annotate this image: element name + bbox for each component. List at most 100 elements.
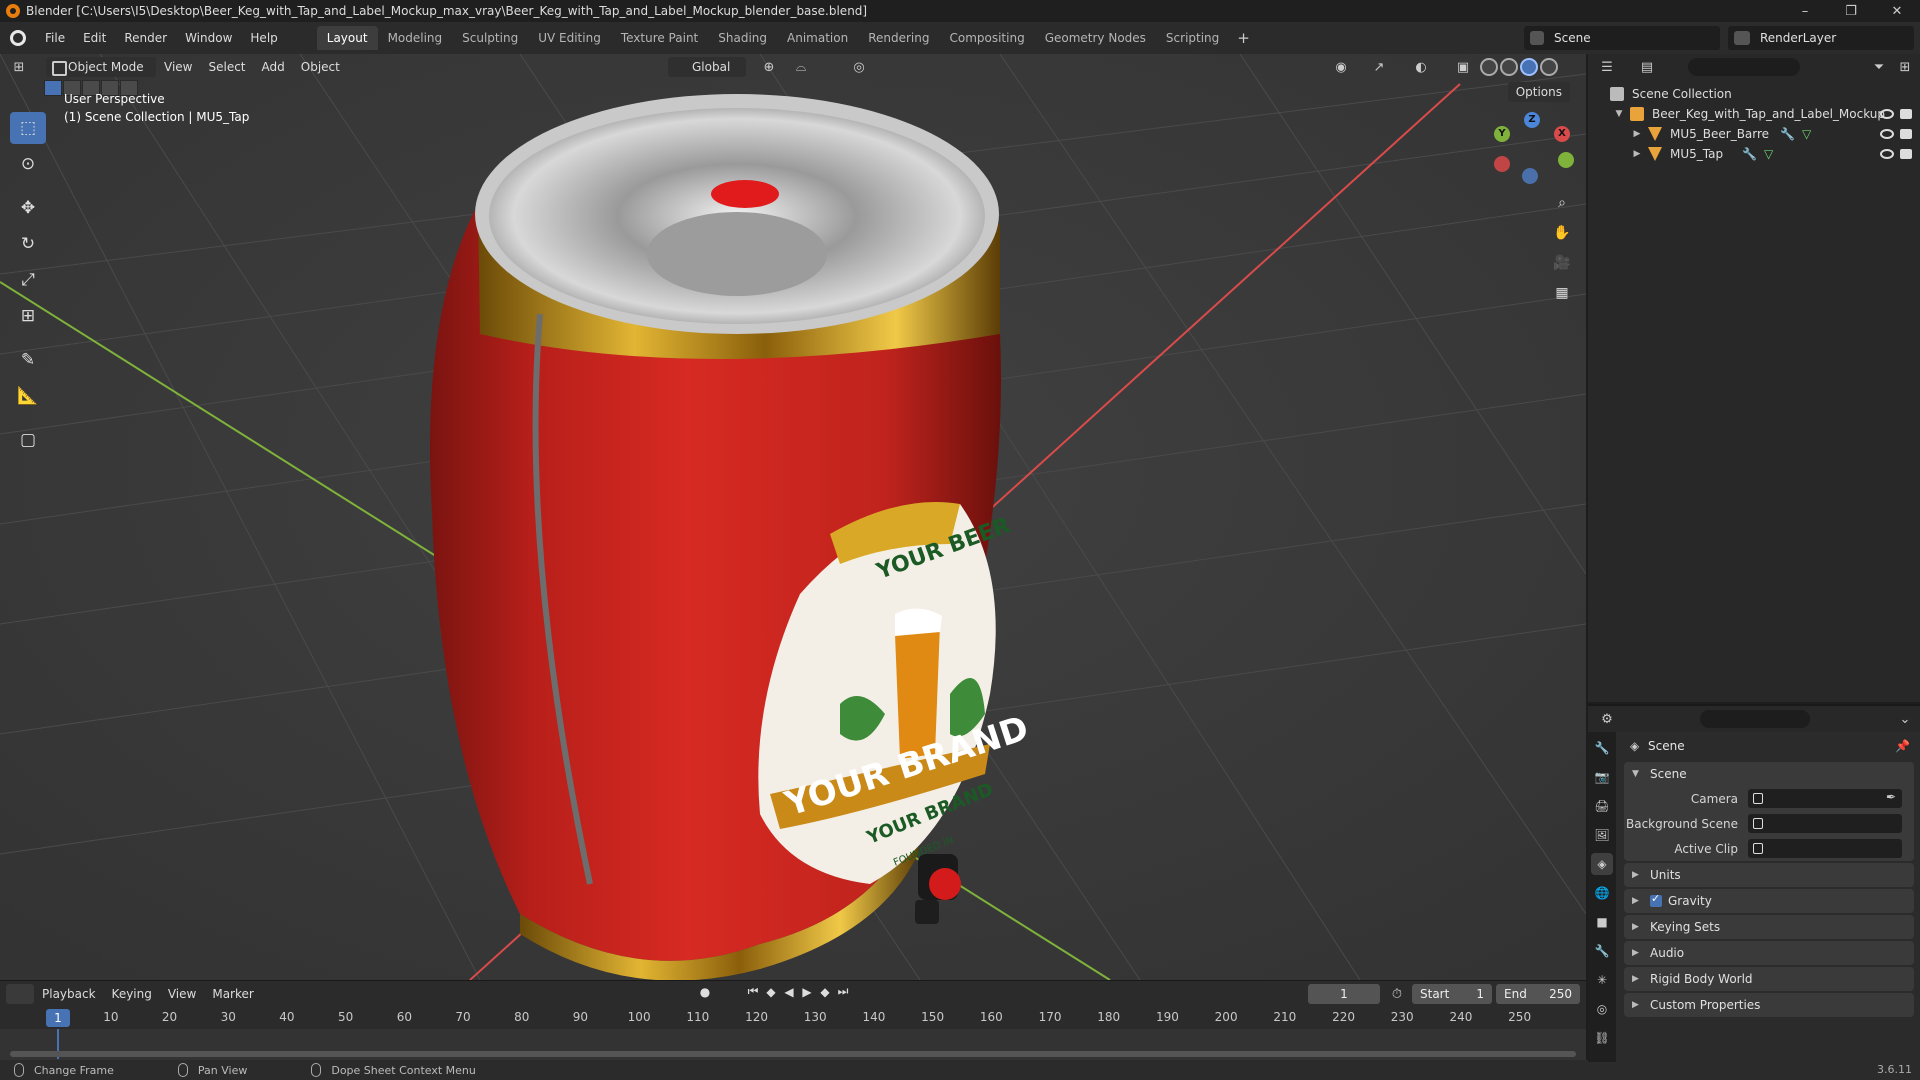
- menu-window[interactable]: Window: [176, 22, 241, 54]
- gizmo-z-axis[interactable]: Z: [1524, 112, 1540, 128]
- render-layer-selector[interactable]: RenderLayer: [1728, 26, 1914, 50]
- gizmo-toggle-icon[interactable]: ↗: [1370, 58, 1388, 76]
- gizmo-y-axis[interactable]: Y: [1494, 126, 1510, 142]
- gizmo-neg-z[interactable]: [1522, 168, 1538, 184]
- mode-dropdown[interactable]: Object Mode: [46, 57, 156, 77]
- background-scene-field[interactable]: [1748, 814, 1902, 833]
- play-reverse-icon[interactable]: ◀: [780, 985, 798, 999]
- visibility-icon[interactable]: ◉: [1332, 58, 1350, 76]
- visibility-eye-icon[interactable]: [1880, 129, 1894, 139]
- rendered-shading-icon[interactable]: [1540, 58, 1558, 76]
- audio-panel[interactable]: ▶ Audio: [1624, 941, 1914, 965]
- jump-end-icon[interactable]: ⏭: [834, 984, 852, 999]
- tab-scripting[interactable]: Scripting: [1156, 26, 1229, 50]
- custom-properties-panel[interactable]: ▶ Custom Properties: [1624, 993, 1914, 1017]
- pan-hand-icon[interactable]: ✋: [1549, 220, 1575, 246]
- timeline-scrollbar[interactable]: [10, 1051, 1576, 1057]
- timeline-editor[interactable]: Playback Keying View Marker ● ⏮ ◆ ◀ ▶ ◆ …: [0, 980, 1586, 1061]
- menu-file[interactable]: File: [36, 22, 74, 54]
- select-box-tool-icon[interactable]: ⬚: [10, 112, 46, 144]
- outliner-row-tap[interactable]: ▶ MU5_Tap 🔧 ▽: [1588, 144, 1920, 164]
- gizmo-neg-x[interactable]: [1494, 156, 1510, 172]
- modifier-wrench-icon[interactable]: 🔧: [1780, 127, 1795, 141]
- jump-start-icon[interactable]: ⏮: [744, 984, 762, 999]
- timeline-menu-marker[interactable]: Marker: [204, 984, 261, 1004]
- expand-arrow-icon[interactable]: ▼: [1612, 109, 1626, 119]
- collapse-arrow-icon[interactable]: ▶: [1630, 129, 1644, 139]
- cursor-tool-icon[interactable]: ⊙: [10, 148, 46, 180]
- pin-icon[interactable]: 📌: [1895, 739, 1910, 753]
- options-dropdown[interactable]: Options: [1507, 82, 1570, 102]
- output-tab-icon[interactable]: 🖨: [1591, 795, 1613, 817]
- minimize-button[interactable]: –: [1782, 0, 1828, 22]
- tab-animation[interactable]: Animation: [777, 26, 858, 50]
- annotate-tool-icon[interactable]: ✎: [10, 344, 46, 376]
- properties-editor-type-icon[interactable]: ⚙: [1598, 710, 1616, 728]
- pivot-point-icon[interactable]: ⊕: [760, 58, 778, 76]
- transform-tool-icon[interactable]: ⊞: [10, 300, 46, 332]
- tab-compositing[interactable]: Compositing: [939, 26, 1034, 50]
- snap-icon[interactable]: ⌓: [792, 58, 810, 76]
- timeline-editor-type-icon[interactable]: [6, 984, 34, 1004]
- outliner-row-collection[interactable]: ▼ Beer_Keg_with_Tap_and_Label_Mockup: [1588, 104, 1920, 124]
- tab-texture-paint[interactable]: Texture Paint: [611, 26, 708, 50]
- new-collection-icon[interactable]: ⊞: [1896, 58, 1914, 76]
- outliner-row-scene-collection[interactable]: Scene Collection: [1588, 84, 1920, 104]
- move-tool-icon[interactable]: ✥: [10, 192, 46, 224]
- properties-panel[interactable]: ⚙ ⌄ 🔧 📷 🖨 🖼 ◈ 🌐 ■ 🔧 ✳ ◎ ⛓ ◈ Scene 📌 ▼ Sc…: [1588, 704, 1920, 1062]
- xray-icon[interactable]: ▣: [1454, 58, 1472, 76]
- menu-render[interactable]: Render: [115, 22, 176, 54]
- render-tab-icon[interactable]: 📷: [1591, 766, 1613, 788]
- 3d-viewport[interactable]: YOUR BEER YOUR BRAND YOUR BRAND FOUNDED …: [0, 54, 1586, 980]
- rotate-tool-icon[interactable]: ↻: [10, 228, 46, 260]
- outliner-editor-type-icon[interactable]: ☰: [1598, 58, 1616, 76]
- visibility-eye-icon[interactable]: [1880, 109, 1894, 119]
- outliner-panel[interactable]: ☰ ▤ ⏷ ⊞ Scene Collection ▼ Beer_Keg_with…: [1588, 54, 1920, 702]
- current-frame-field[interactable]: 1: [1308, 984, 1380, 1004]
- scene-tab-icon[interactable]: ◈: [1591, 853, 1613, 875]
- display-mode-icon[interactable]: ▤: [1638, 58, 1656, 76]
- scale-tool-icon[interactable]: ⤢: [10, 264, 46, 296]
- select-new-icon[interactable]: [44, 80, 62, 96]
- prev-keyframe-icon[interactable]: ◆: [762, 985, 780, 999]
- rigid-body-world-panel[interactable]: ▶ Rigid Body World: [1624, 967, 1914, 991]
- preview-range-clock-icon[interactable]: ⏱: [1388, 985, 1406, 1003]
- particles-tab-icon[interactable]: ✳: [1591, 969, 1613, 991]
- gizmo-x-axis[interactable]: X: [1554, 126, 1570, 142]
- timeline-menu-view[interactable]: View: [160, 984, 204, 1004]
- modifier-wrench-icon[interactable]: 🔧: [1742, 147, 1757, 161]
- visibility-eye-icon[interactable]: [1880, 149, 1894, 159]
- editor-type-icon[interactable]: ⊞: [10, 58, 28, 76]
- current-frame-marker[interactable]: 1: [46, 1009, 70, 1027]
- mesh-data-icon[interactable]: ▽: [1764, 147, 1773, 161]
- next-keyframe-icon[interactable]: ◆: [816, 985, 834, 999]
- menu-edit[interactable]: Edit: [74, 22, 115, 54]
- camera-view-icon[interactable]: 🎥: [1549, 250, 1575, 276]
- view-layer-tab-icon[interactable]: 🖼: [1591, 824, 1613, 846]
- tab-layout[interactable]: Layout: [316, 26, 378, 50]
- collapse-arrow-icon[interactable]: ▶: [1630, 149, 1644, 159]
- constraints-tab-icon[interactable]: ⛓: [1591, 1027, 1613, 1049]
- add-workspace-button[interactable]: +: [1229, 29, 1258, 47]
- overlays-icon[interactable]: ◐: [1412, 58, 1430, 76]
- menu-help[interactable]: Help: [241, 22, 286, 54]
- scene-panel-header[interactable]: ▼ Scene: [1624, 762, 1914, 786]
- wireframe-shading-icon[interactable]: [1480, 58, 1498, 76]
- modifier-tab-icon[interactable]: 🔧: [1591, 940, 1613, 962]
- close-button[interactable]: ✕: [1874, 0, 1920, 22]
- physics-tab-icon[interactable]: ◎: [1591, 998, 1613, 1020]
- tab-sculpting[interactable]: Sculpting: [452, 26, 528, 50]
- render-camera-icon[interactable]: [1900, 129, 1912, 139]
- outliner-row-beer-barrel[interactable]: ▶ MU5_Beer_Barre 🔧 ▽: [1588, 124, 1920, 144]
- play-icon[interactable]: ▶: [798, 985, 816, 999]
- mesh-data-icon[interactable]: ▽: [1802, 127, 1811, 141]
- end-frame-field[interactable]: End 250: [1496, 984, 1580, 1004]
- render-camera-icon[interactable]: [1900, 109, 1912, 119]
- solid-shading-icon[interactable]: [1500, 58, 1518, 76]
- tool-tab-icon[interactable]: 🔧: [1591, 737, 1613, 759]
- tab-uv-editing[interactable]: UV Editing: [528, 26, 611, 50]
- gravity-panel[interactable]: ▶ Gravity: [1624, 889, 1914, 913]
- add-cube-tool-icon[interactable]: ▢: [10, 424, 46, 456]
- active-clip-field[interactable]: [1748, 839, 1902, 858]
- navigation-gizmo[interactable]: Z Y X: [1492, 112, 1574, 192]
